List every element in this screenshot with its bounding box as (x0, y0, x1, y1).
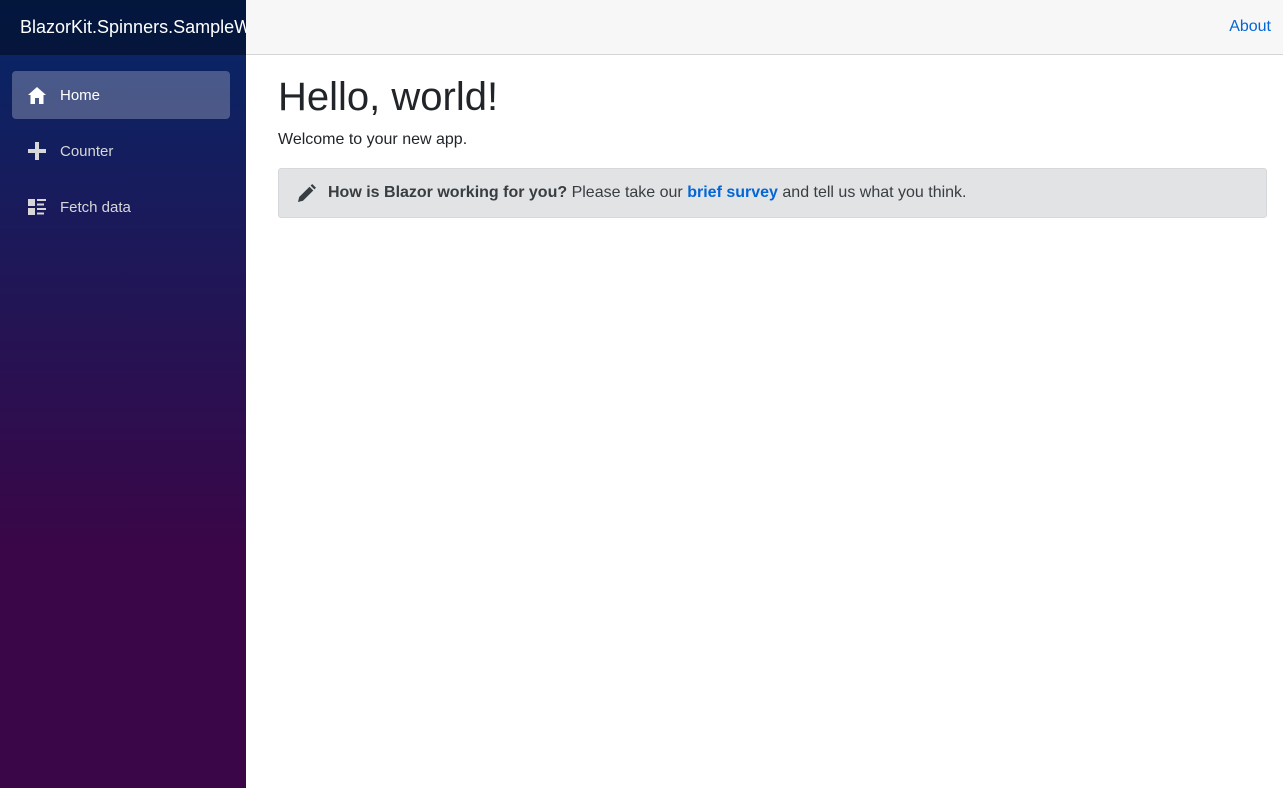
survey-text-after: and tell us what you think. (782, 184, 967, 201)
nav-item-label: Home (60, 86, 101, 104)
brand-bar: BlazorKit.Spinners.SampleWasm (0, 0, 246, 55)
list-rich-icon (27, 197, 47, 217)
survey-question: How is Blazor working for you? (328, 184, 568, 201)
sidebar: BlazorKit.Spinners.SampleWasm Home Count… (0, 0, 246, 788)
main-content: Hello, world! Welcome to your new app. H… (246, 55, 1283, 218)
nav-item-label: Fetch data (60, 198, 131, 216)
plus-icon (27, 141, 47, 161)
home-icon (27, 85, 47, 105)
nav-item-home[interactable]: Home (12, 71, 230, 119)
about-link[interactable]: About (1229, 18, 1271, 36)
survey-text-before: Please take our (571, 184, 683, 201)
welcome-text: Welcome to your new app. (278, 131, 468, 148)
nav-item-fetch-data[interactable]: Fetch data (12, 183, 230, 231)
top-row: About (246, 0, 1283, 55)
nav-item-label: Counter (60, 142, 114, 160)
survey-alert: How is Blazor working for you? Please ta… (278, 168, 1267, 218)
nav-item-counter[interactable]: Counter (12, 127, 230, 175)
brand-link[interactable]: BlazorKit.Spinners.SampleWasm (20, 17, 246, 38)
survey-link[interactable]: brief survey (687, 184, 778, 202)
nav-menu: Home Counter Fetch data (0, 55, 246, 231)
app-root: BlazorKit.Spinners.SampleWasm Home Count… (0, 0, 1283, 788)
page-title: Hello, world! (278, 75, 499, 119)
pencil-icon (298, 184, 316, 202)
